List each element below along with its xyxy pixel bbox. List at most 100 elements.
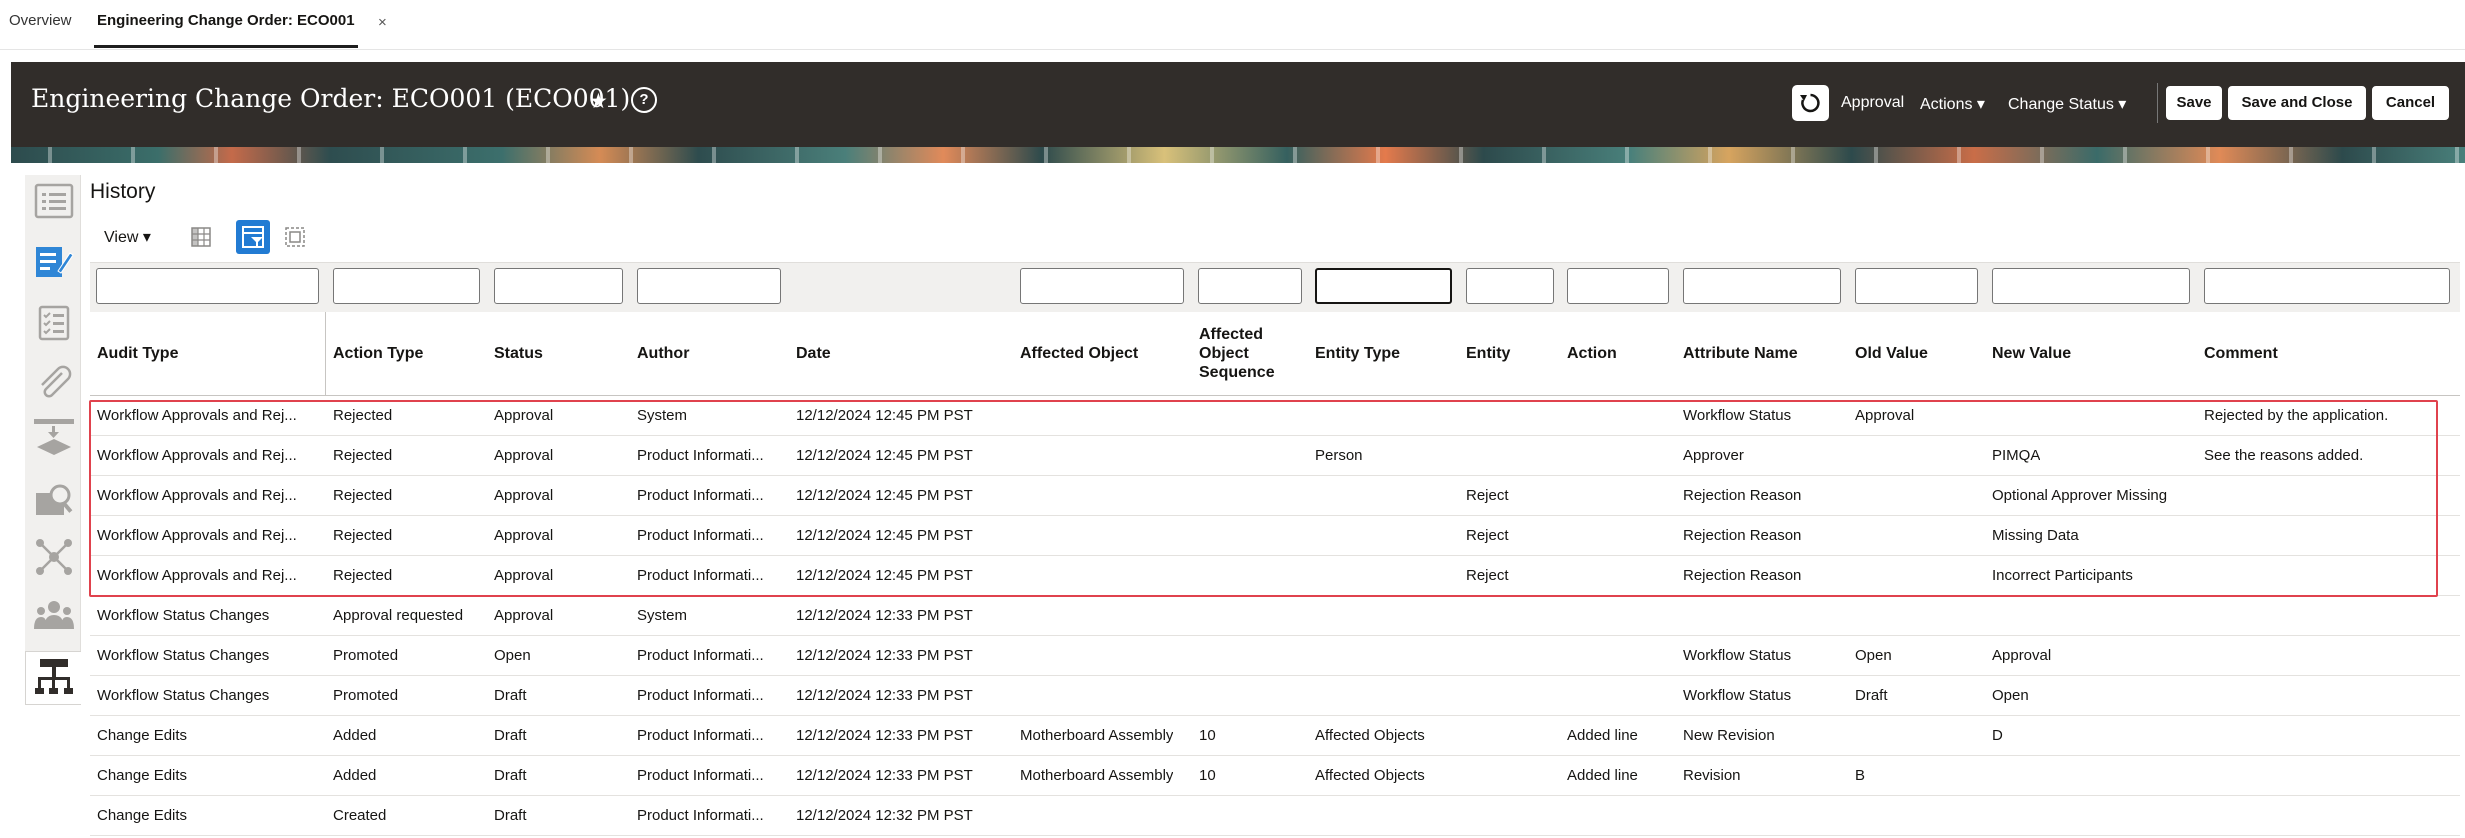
entity-type-filter[interactable] (1315, 268, 1452, 304)
workflow-icon[interactable] (34, 417, 74, 457)
save-button[interactable]: Save (2166, 86, 2222, 120)
help-icon[interactable]: ? (631, 87, 657, 113)
column-header-entity-type[interactable]: Entity Type (1315, 344, 1400, 363)
page-header: Engineering Change Order: ECO001 (ECO001… (11, 62, 2465, 147)
audit-type-filter[interactable] (96, 268, 319, 304)
table-row[interactable]: Change Edits Created Draft Product Informat… (90, 796, 2460, 836)
table-row[interactable]: Change Edits Added Draft Product Informati.… (90, 716, 2460, 756)
cell-date: 12/12/2024 12:33 PM PST (796, 647, 973, 664)
table-row[interactable]: Workflow Approvals and Rej... Rejected App… (90, 556, 2460, 596)
favorite-star-icon[interactable]: ★ (589, 89, 608, 114)
cell-affected-object: Motherboard Assembly (1020, 767, 1174, 784)
checklist-icon[interactable] (34, 303, 74, 343)
search-image-icon[interactable] (34, 479, 74, 519)
close-tab-icon[interactable]: × (378, 14, 387, 31)
table-row[interactable]: Workflow Status Changes Approval requeste… (90, 596, 2460, 636)
actions-menu[interactable]: Actions ▾ (1920, 94, 1985, 114)
cell-date: 12/12/2024 12:33 PM PST (796, 687, 973, 704)
cell-old-value: Draft (1855, 687, 1888, 704)
entity-filter[interactable] (1466, 268, 1554, 304)
cell-entity: Reject (1466, 527, 1509, 544)
affected-object-filter[interactable] (1020, 268, 1184, 304)
network-icon[interactable] (34, 537, 74, 577)
approval-link[interactable]: Approval (1841, 94, 1904, 112)
cell-date: 12/12/2024 12:45 PM PST (796, 447, 973, 464)
cell-attribute-name: Rejection Reason (1683, 527, 1802, 544)
detach-table-icon[interactable] (278, 220, 312, 254)
query-by-example-button[interactable] (236, 220, 270, 254)
cell-audit-type: Change Edits (97, 767, 188, 784)
attachment-icon[interactable] (34, 363, 74, 403)
cell-action-type: Promoted (333, 687, 399, 704)
cell-new-value: Approval (1992, 647, 2052, 664)
comment-filter[interactable] (2204, 268, 2450, 304)
cell-author: Product Informati... (637, 487, 764, 504)
column-header-new-value[interactable]: New Value (1992, 344, 2071, 363)
cell-date: 12/12/2024 12:32 PM PST (796, 807, 973, 824)
view-menu[interactable]: View ▾ (104, 227, 151, 247)
attribute-name-filter[interactable] (1683, 268, 1841, 304)
cell-date: 12/12/2024 12:33 PM PST (796, 727, 973, 744)
cell-new-value: Incorrect Participants (1992, 567, 2133, 584)
refresh-icon (1800, 93, 1820, 113)
people-icon[interactable] (34, 595, 74, 635)
cell-status: Approval (494, 527, 554, 544)
column-header-date[interactable]: Date (796, 344, 831, 363)
column-header-comment[interactable]: Comment (2204, 344, 2278, 363)
cell-author: Product Informati... (637, 687, 764, 704)
tab-engineering-change-order[interactable]: Engineering Change Order: ECO001 (94, 12, 358, 48)
column-header-affected-object[interactable]: Affected Object (1020, 344, 1138, 363)
cell-attribute-name: Rejection Reason (1683, 567, 1802, 584)
column-header-action[interactable]: Action (1567, 344, 1617, 363)
table-row[interactable]: Workflow Approvals and Rej... Rejected App… (90, 516, 2460, 556)
new-value-filter[interactable] (1992, 268, 2190, 304)
tab-bar: Overview Engineering Change Order: ECO00… (0, 0, 2465, 50)
column-header-entity[interactable]: Entity (1466, 344, 1510, 363)
column-header-author[interactable]: Author (637, 344, 689, 363)
cell-action-type: Added (333, 727, 377, 744)
cell-attribute-name: Workflow Status (1683, 407, 1792, 424)
cell-date: 12/12/2024 12:33 PM PST (796, 607, 973, 624)
table-row[interactable]: Workflow Approvals and Rej... Rejected App… (90, 436, 2460, 476)
column-header-attribute-name[interactable]: Attribute Name (1683, 344, 1798, 363)
cell-author: Product Informati... (637, 727, 764, 744)
cell-old-value: Open (1855, 647, 1892, 664)
table-row[interactable]: Workflow Approvals and Rej... Rejected App… (90, 396, 2460, 436)
cancel-button[interactable]: Cancel (2372, 86, 2449, 120)
cell-author: Product Informati... (637, 807, 764, 824)
column-header-action-type[interactable]: Action Type (333, 344, 423, 363)
cell-author: Product Informati... (637, 447, 764, 464)
table-row[interactable]: Workflow Approvals and Rej... Rejected App… (90, 476, 2460, 516)
old-value-filter[interactable] (1855, 268, 1978, 304)
cell-audit-type: Workflow Approvals and Rej... (97, 447, 297, 464)
table-row[interactable]: Change Edits Added Draft Product Informati.… (90, 756, 2460, 796)
status-filter[interactable] (494, 268, 623, 304)
refresh-button[interactable] (1792, 85, 1829, 121)
edit-lines-icon[interactable] (34, 241, 74, 281)
cell-status: Open (494, 647, 531, 664)
column-header-audit-type[interactable]: Audit Type (97, 344, 178, 363)
save-and-close-button[interactable]: Save and Close (2228, 86, 2366, 120)
cell-attribute-name: Rejection Reason (1683, 487, 1802, 504)
cell-status: Draft (494, 687, 527, 704)
change-status-menu[interactable]: Change Status ▾ (2008, 94, 2126, 114)
section-title: History (90, 180, 156, 203)
column-header-affected-object-sequence[interactable]: Affected Object Sequence (1199, 325, 1294, 382)
cell-status: Approval (494, 567, 554, 584)
column-header-status[interactable]: Status (494, 344, 543, 363)
table-row[interactable]: Workflow Status Changes Promoted Open Produ… (90, 636, 2460, 676)
history-tree-icon[interactable] (34, 657, 74, 697)
cell-status: Approval (494, 487, 554, 504)
cell-old-value: B (1855, 767, 1866, 784)
column-header-old-value[interactable]: Old Value (1855, 344, 1928, 363)
tab-overview[interactable]: Overview (9, 12, 72, 29)
freeze-columns-icon[interactable] (184, 220, 218, 254)
cell-attribute-name: Workflow Status (1683, 687, 1792, 704)
author-filter[interactable] (637, 268, 781, 304)
table-row[interactable]: Workflow Status Changes Promoted Draft Prod… (90, 676, 2460, 716)
action-type-filter[interactable] (333, 268, 480, 304)
cell-audit-type: Workflow Status Changes (97, 687, 270, 704)
overview-icon[interactable] (34, 181, 74, 221)
affected-object-sequence-filter[interactable] (1198, 268, 1302, 304)
action-filter[interactable] (1567, 268, 1669, 304)
